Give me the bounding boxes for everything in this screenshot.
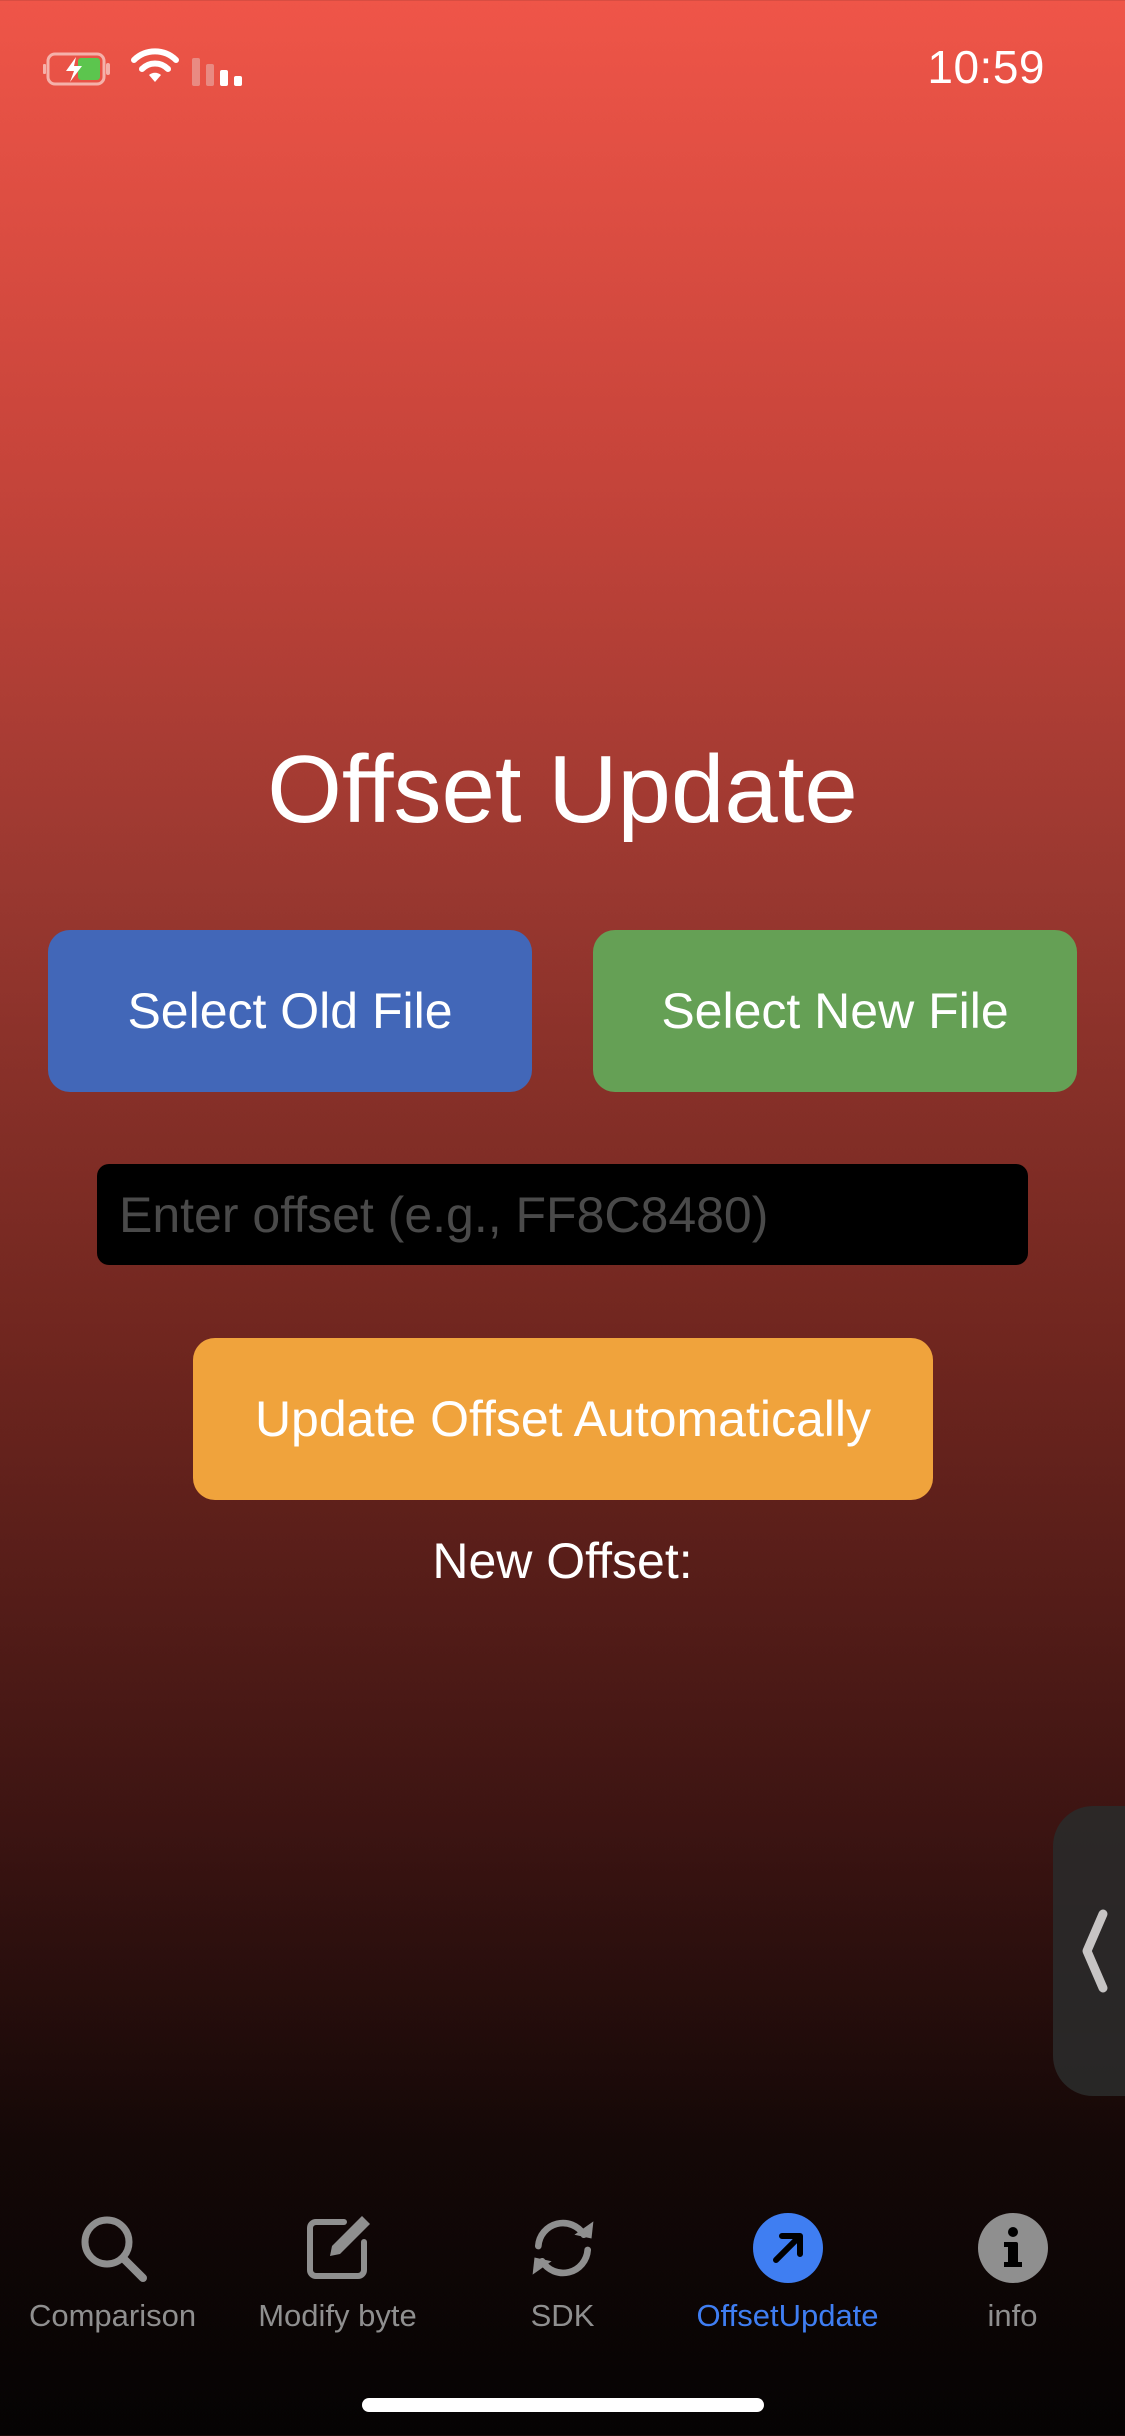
status-time: 10:59 — [927, 41, 1045, 93]
tab-info[interactable]: info — [900, 2190, 1125, 2350]
magnifying-glass-icon — [81, 2216, 147, 2282]
tab-modify-byte[interactable]: Modify byte — [225, 2190, 450, 2350]
refresh-arrows-icon — [532, 2219, 593, 2277]
chevron-left-icon — [1082, 1909, 1108, 1993]
status-bar: 10:59 — [0, 0, 1125, 140]
home-indicator[interactable] — [362, 2398, 764, 2412]
info-circle-icon — [977, 2213, 1048, 2283]
tab-comparison[interactable]: Comparison — [0, 2190, 225, 2350]
update-offset-button[interactable]: Update Offset Automatically — [193, 1338, 933, 1500]
tab-label: Modify byte — [258, 2298, 417, 2333]
wifi-icon — [131, 48, 179, 82]
cellular-signal-icon — [192, 58, 242, 86]
offset-input[interactable] — [97, 1164, 1028, 1265]
tab-sdk[interactable]: SDK — [450, 2190, 675, 2350]
side-panel-handle[interactable] — [1053, 1806, 1125, 2096]
tab-label: SDK — [530, 2298, 595, 2333]
tab-label: Comparison — [28, 2298, 197, 2333]
tab-offset-update[interactable]: OffsetUpdate — [675, 2190, 900, 2350]
tab-bar: Comparison Modify byte SDK OffsetUpdate … — [0, 2190, 1125, 2350]
square-pencil-icon — [306, 2216, 370, 2279]
battery-charging-icon — [43, 52, 110, 86]
tab-label: OffsetUpdate — [696, 2298, 879, 2333]
arrow-up-right-circle-icon — [752, 2213, 823, 2283]
select-new-file-button[interactable]: Select New File — [593, 930, 1077, 1092]
page-title: Offset Update — [267, 736, 858, 843]
new-offset-label: New Offset: — [432, 1533, 693, 1589]
select-old-file-button[interactable]: Select Old File — [48, 930, 532, 1092]
tab-label: info — [987, 2298, 1038, 2333]
